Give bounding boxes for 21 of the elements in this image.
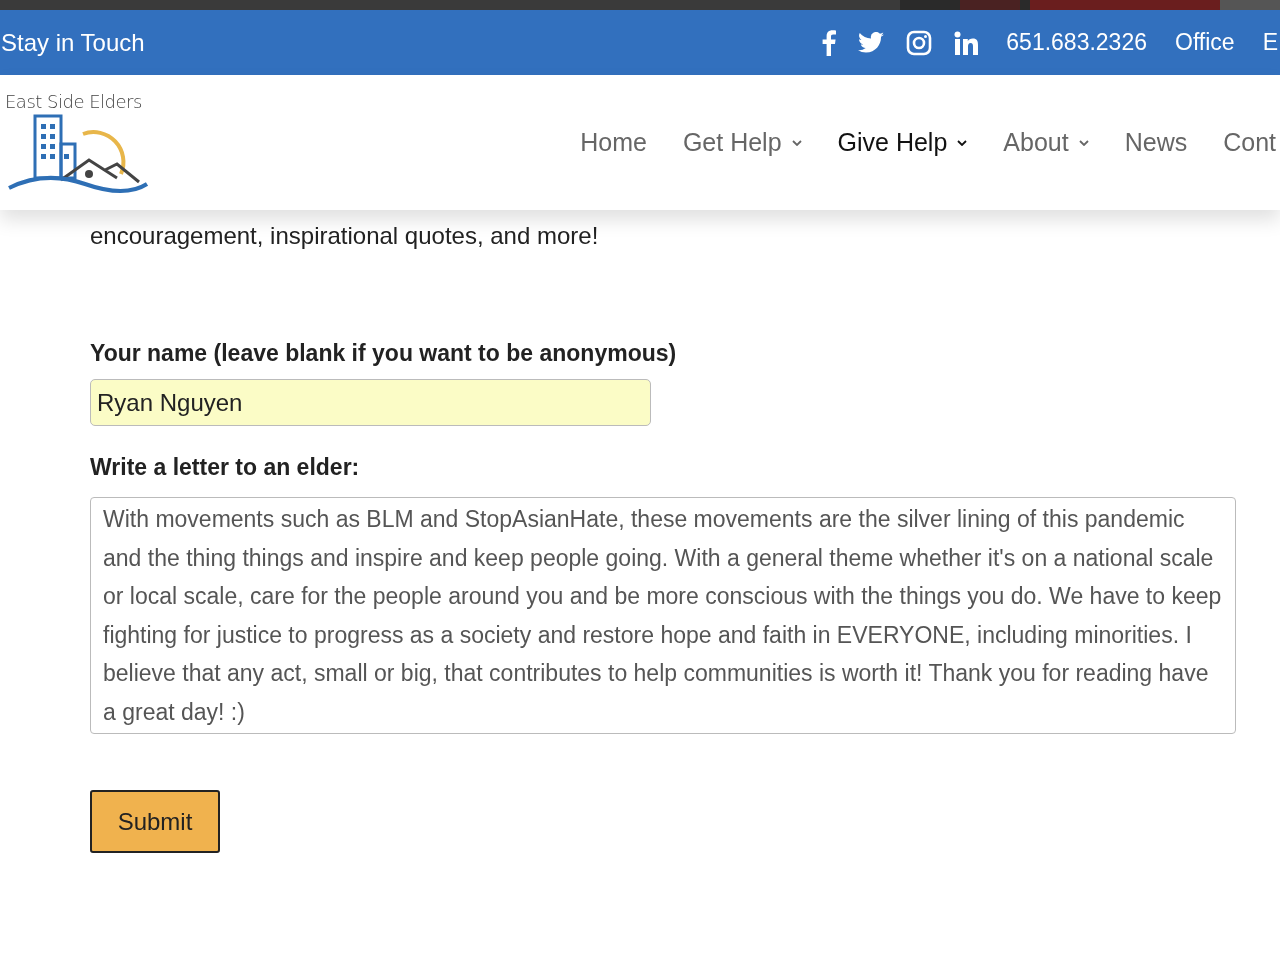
top-bar-link[interactable]: 651.683.2326 xyxy=(1006,29,1147,56)
nav-item[interactable]: About xyxy=(1003,128,1089,157)
bird-icon[interactable] xyxy=(858,31,885,54)
logo-text: East Side Elders xyxy=(5,91,143,112)
letter-label: Write a letter to an elder: xyxy=(90,454,360,481)
instagram-icon[interactable] xyxy=(906,29,933,56)
nav-item[interactable]: Give Help xyxy=(837,128,968,157)
name-field[interactable]: Ryan Nguyen xyxy=(90,379,651,426)
top-bar-link[interactable]: Office xyxy=(1175,29,1235,56)
intro-text: encouragement, inspirational quotes, and more! xyxy=(90,222,599,250)
facebook-icon[interactable] xyxy=(822,29,837,56)
name-label: Your name (leave blank if you want to be anonymous) xyxy=(90,340,677,367)
nav-item[interactable]: Cont xyxy=(1223,128,1276,157)
nav-item[interactable]: Get Help xyxy=(682,128,802,157)
linkedin-icon[interactable] xyxy=(954,30,979,55)
stay-in-touch-title: Stay in Touch xyxy=(0,28,145,57)
top-bar-link[interactable]: E xyxy=(1262,29,1278,56)
nav-item[interactable]: Home xyxy=(580,128,647,157)
letter-field[interactable]: With movements such as BLM and StopAsianHate, these movements are the silver lining of this pandemic and the thing things and inspire and keep people going. With a general theme whether it's on a national scale or local scale, care for the people around you and be more conscious with the things you do. We have to keep fighting for justice to progress as a society and restore hope and faith in EVERYONE, including minorities. I believe that any act, small or big, that contributes to help communities is worth it! Thank you for reading have a great day! :) xyxy=(90,497,1236,734)
submit-button[interactable]: Submit xyxy=(90,790,220,853)
nav-item[interactable]: News xyxy=(1124,128,1188,157)
